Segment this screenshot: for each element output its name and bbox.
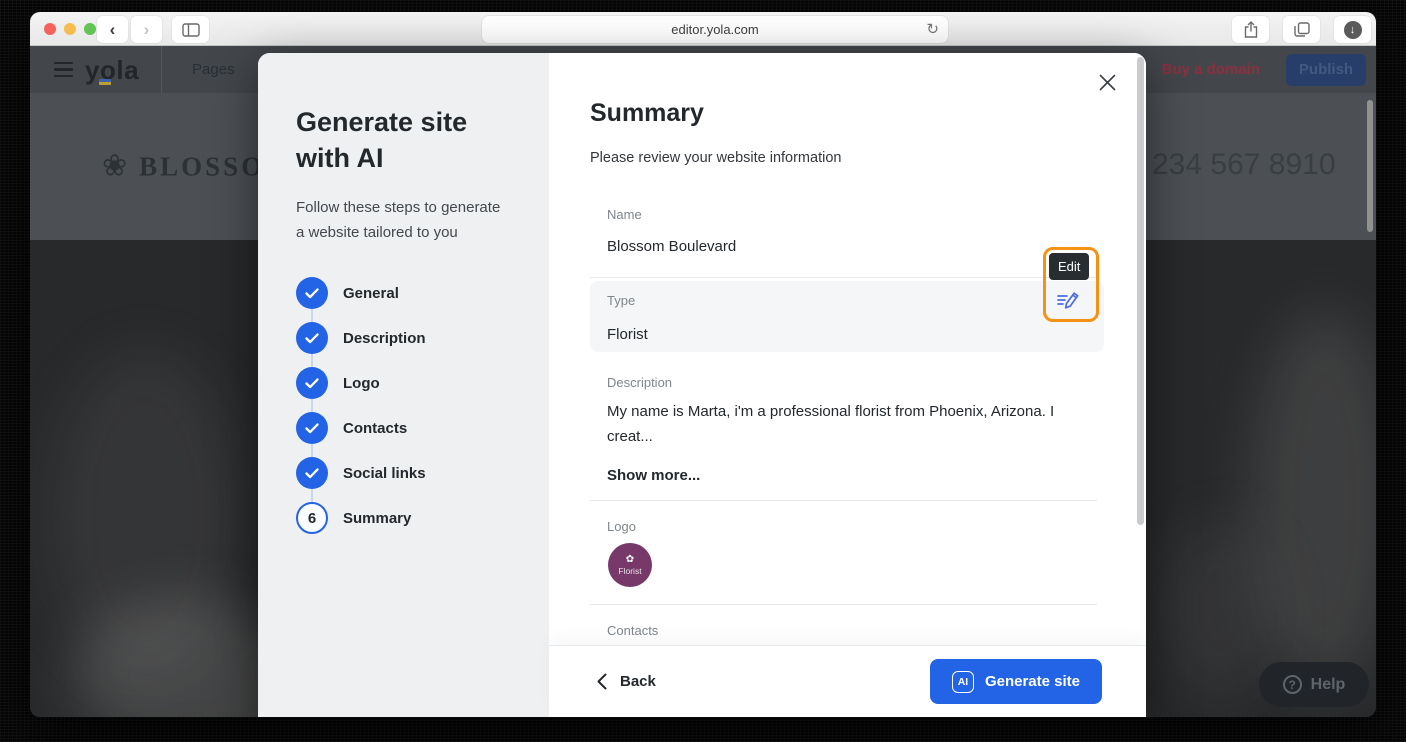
summary-subtitle: Please review your website information	[590, 150, 841, 166]
download-icon: ↓	[1344, 21, 1362, 39]
step-summary[interactable]: 6 Summary	[296, 496, 515, 541]
site-brand: ❀ BLOSSO	[102, 151, 265, 182]
minimize-window-button[interactable]	[64, 23, 76, 35]
step-label: Description	[343, 330, 426, 347]
close-modal-button[interactable]	[1094, 69, 1120, 95]
flower-logo-icon: ❀	[102, 152, 127, 182]
help-button[interactable]: ? Help	[1259, 662, 1369, 707]
step-done-check-icon	[296, 367, 328, 399]
modal-title: Generate site with AI	[296, 105, 471, 176]
step-done-check-icon	[296, 457, 328, 489]
type-field-row[interactable]	[590, 281, 1104, 352]
edit-button[interactable]	[1056, 288, 1083, 318]
generate-site-label: Generate site	[985, 673, 1080, 690]
yola-logo-flag	[99, 79, 111, 85]
modal-stepper-panel: Generate site with AI Follow these steps…	[258, 53, 549, 717]
description-field-value: My name is Marta, i'm a professional flo…	[607, 399, 1077, 449]
field-divider	[590, 604, 1097, 605]
ai-badge-icon: AI	[952, 671, 974, 693]
back-icon: ‹	[110, 20, 116, 40]
back-button[interactable]: ‹	[97, 16, 128, 43]
question-mark-icon: ?	[1283, 675, 1302, 694]
step-description[interactable]: Description	[296, 316, 515, 361]
url-text: editor.yola.com	[671, 22, 758, 37]
forward-button[interactable]: ›	[131, 16, 162, 43]
browser-toolbar: ‹ › editor.yola.com ↻ ↓	[30, 12, 1376, 46]
tabs-icon	[1294, 22, 1310, 37]
site-brand-name: BLOSSO	[139, 151, 265, 182]
logo-flower-icon: ✿	[626, 555, 634, 565]
site-phone-number: 234 567 8910	[1152, 148, 1336, 182]
summary-title: Summary	[590, 99, 704, 128]
step-label: Social links	[343, 465, 426, 482]
share-button[interactable]	[1232, 16, 1269, 43]
reload-icon[interactable]: ↻	[926, 20, 939, 38]
stepper: General Description Logo Contacts Social…	[296, 271, 515, 541]
page-scrollbar[interactable]	[1367, 100, 1373, 232]
step-done-check-icon	[296, 322, 328, 354]
step-done-check-icon	[296, 412, 328, 444]
close-icon	[1099, 74, 1116, 91]
type-field-value: Florist	[607, 326, 648, 343]
step-label: Summary	[343, 510, 411, 527]
modal-summary-panel: Summary Please review your website infor…	[549, 53, 1146, 717]
header-divider	[161, 46, 162, 93]
back-step-button[interactable]: Back	[597, 673, 656, 690]
address-bar[interactable]: editor.yola.com ↻	[482, 16, 948, 43]
tab-overview-button[interactable]	[1283, 16, 1320, 43]
downloads-button[interactable]: ↓	[1334, 16, 1371, 43]
name-field-label: Name	[607, 207, 642, 222]
generate-site-button[interactable]: AI Generate site	[930, 659, 1102, 704]
chevron-left-icon	[597, 673, 607, 690]
step-social-links[interactable]: Social links	[296, 451, 515, 496]
modal-footer: Back AI Generate site	[549, 645, 1146, 717]
step-label: Logo	[343, 375, 380, 392]
browser-window: ‹ › editor.yola.com ↻ ↓ yola Pages Navig…	[30, 12, 1376, 717]
modal-scrollbar[interactable]	[1137, 57, 1144, 525]
step-done-check-icon	[296, 277, 328, 309]
sidebar-button[interactable]	[172, 16, 209, 43]
modal-subtitle: Follow these steps to generate a website…	[296, 196, 504, 245]
logo-preview: ✿ Florist	[608, 543, 652, 587]
edit-tooltip: Edit	[1049, 253, 1089, 280]
name-field-value: Blossom Boulevard	[607, 238, 736, 255]
step-number: 6	[296, 502, 328, 534]
sidebar-icon	[182, 23, 200, 37]
logo-field-label: Logo	[607, 519, 636, 534]
publish-button[interactable]: Publish	[1286, 54, 1366, 86]
menu-item-pages[interactable]: Pages	[192, 61, 235, 78]
forward-icon: ›	[144, 20, 150, 40]
back-label: Back	[620, 673, 656, 690]
field-divider	[590, 500, 1097, 501]
step-label: General	[343, 285, 399, 302]
contacts-field-label: Contacts	[607, 623, 658, 638]
logo-preview-text: Florist	[618, 566, 641, 576]
help-label: Help	[1311, 676, 1346, 694]
type-field-label: Type	[607, 293, 635, 308]
traffic-lights	[44, 23, 96, 35]
field-divider	[590, 277, 1097, 278]
step-contacts[interactable]: Contacts	[296, 406, 515, 451]
step-label: Contacts	[343, 420, 407, 437]
share-icon	[1244, 21, 1258, 38]
close-window-button[interactable]	[44, 23, 56, 35]
hamburger-menu-icon[interactable]	[54, 62, 73, 78]
yola-logo: yola	[85, 57, 139, 83]
show-more-link[interactable]: Show more...	[607, 467, 700, 484]
zoom-window-button[interactable]	[84, 23, 96, 35]
step-logo[interactable]: Logo	[296, 361, 515, 406]
buy-a-domain-link[interactable]: Buy a domain	[1162, 61, 1260, 78]
description-field-label: Description	[607, 375, 672, 390]
generate-site-modal: Generate site with AI Follow these steps…	[258, 53, 1146, 717]
edit-icon	[1056, 288, 1083, 313]
step-general[interactable]: General	[296, 271, 515, 316]
